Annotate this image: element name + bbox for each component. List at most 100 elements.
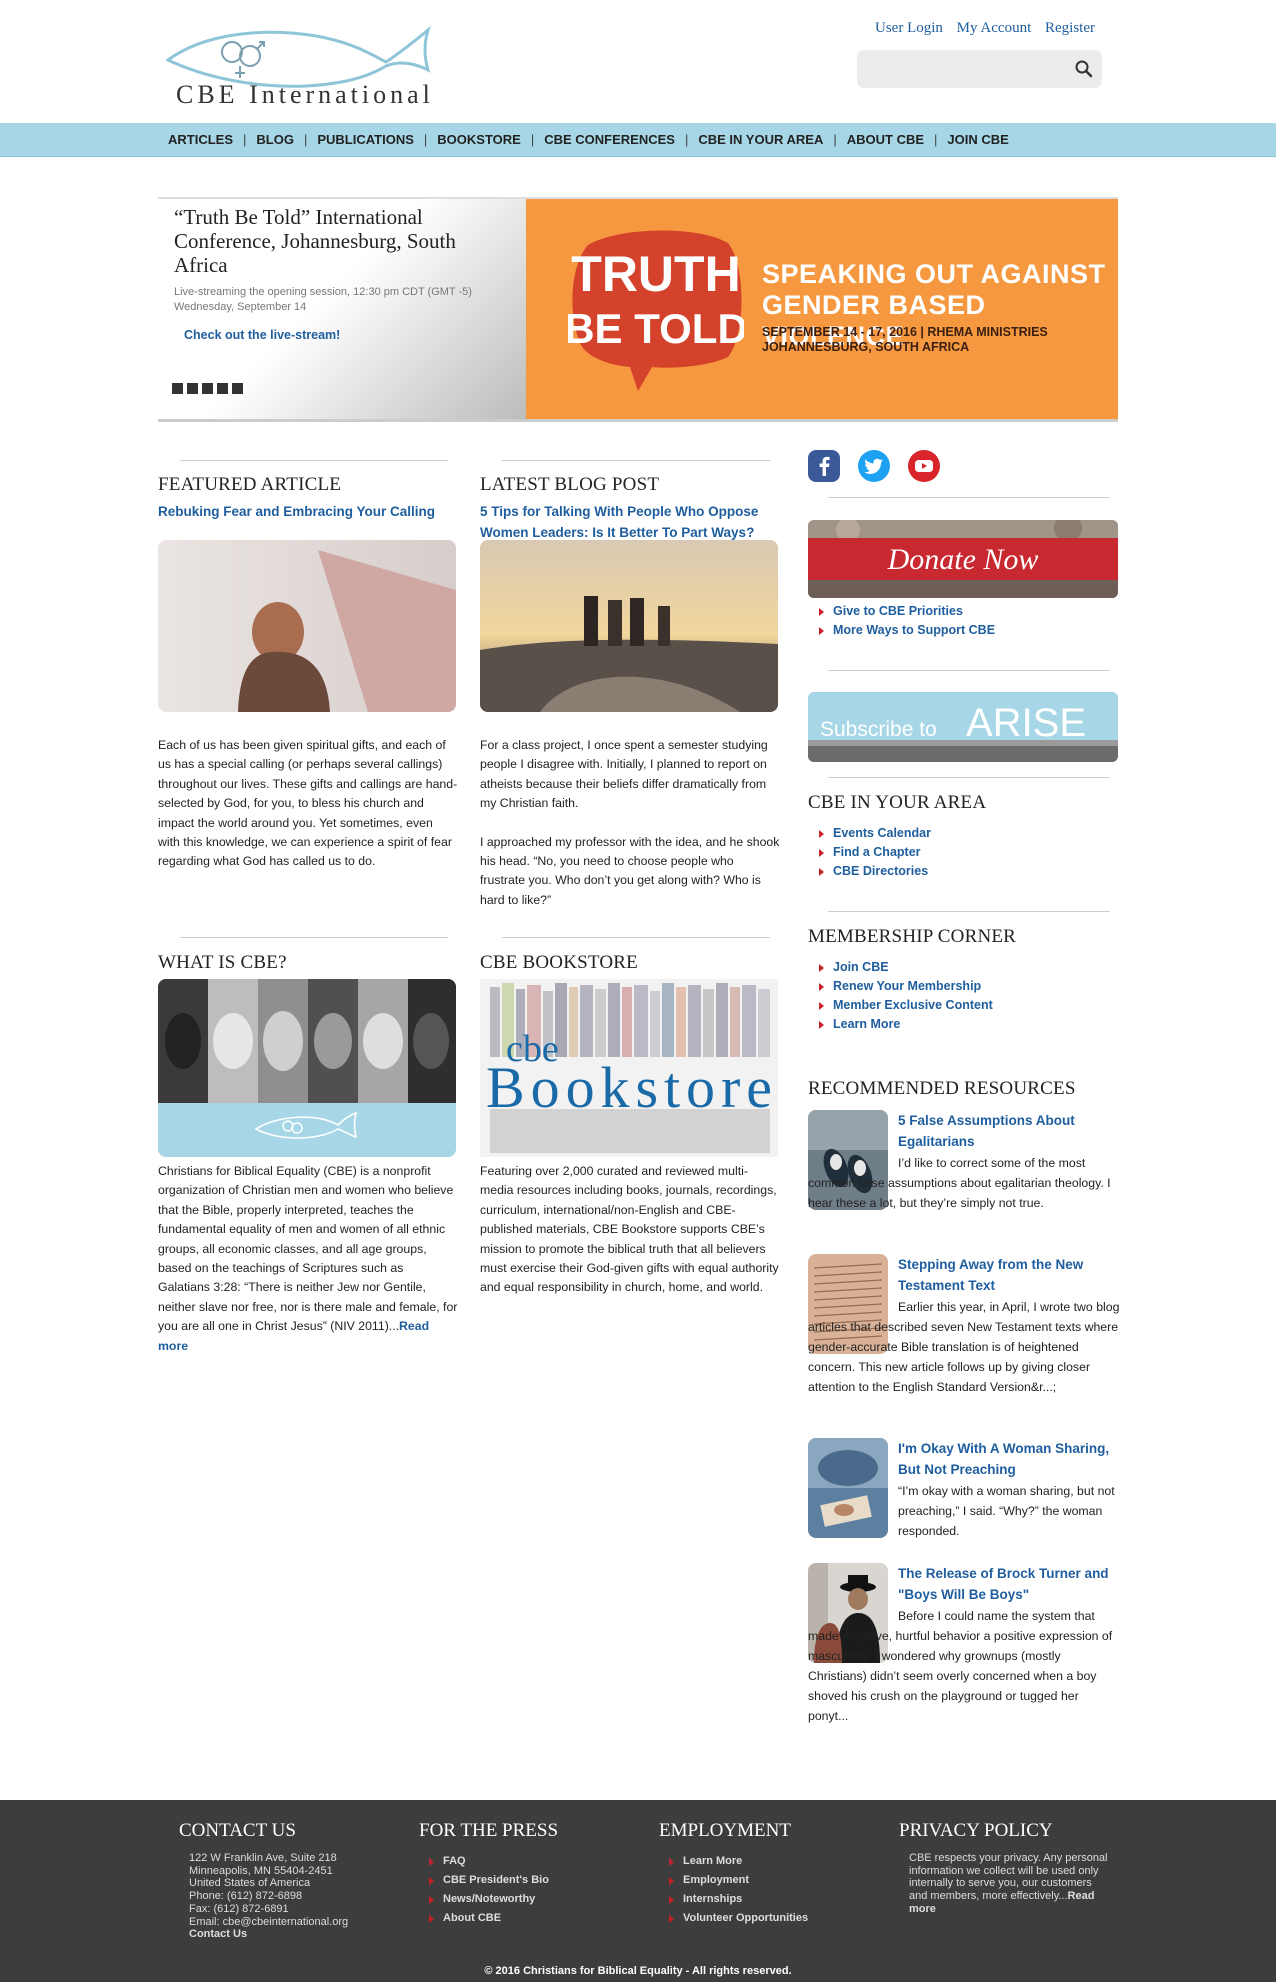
address-line: 122 W Franklin Ave, Suite 218	[189, 1852, 337, 1864]
register-link[interactable]: Register	[1045, 20, 1095, 36]
footer-contact: CONTACT US 122 W Franklin Ave, Suite 218…	[179, 1820, 379, 1941]
address-line: United States of America	[189, 1877, 311, 1890]
resource-link[interactable]: The Release of Brock Turner and "Boys Wi…	[898, 1563, 1120, 1605]
slider-dot[interactable]	[217, 383, 228, 394]
banner-logo-line1: TRUTH	[571, 246, 740, 302]
donate-now-banner[interactable]: Donate Now	[808, 520, 1118, 598]
featured-article-excerpt: Each of us has been given spiritual gift…	[158, 738, 458, 869]
nav-separator: |	[423, 132, 428, 147]
hero-sub-date: Wednesday, September 14	[174, 301, 307, 313]
bookstore-text: Featuring over 2,000 curated and reviewe…	[480, 1164, 779, 1295]
bookstore-image[interactable]: cbe Bookstore	[480, 979, 778, 1157]
blog-post-link[interactable]: 5 Tips for Talking With People Who Oppos…	[480, 501, 780, 543]
press-links: FAQ CBE President's Bio News/Noteworthy …	[419, 1852, 619, 1928]
banner-details: SEPTEMBER 14 - 17, 2016 | RHEMA MINISTRI…	[762, 325, 1048, 355]
nav-separator: |	[833, 132, 837, 147]
hero-divider	[158, 419, 1118, 422]
nav-join-cbe[interactable]: JOIN CBE	[947, 132, 1008, 147]
footer-press-heading: FOR THE PRESS	[419, 1820, 559, 1841]
list-item: More Ways to Support CBE	[819, 621, 995, 640]
nav-publications[interactable]: PUBLICATIONS	[317, 132, 414, 147]
more-ways-to-support-link[interactable]: More Ways to Support CBE	[833, 623, 995, 637]
membership-corner-heading: MEMBERSHIP CORNER	[808, 926, 1017, 947]
resource-excerpt: Before I could name the system that made…	[808, 1609, 1113, 1723]
resource-link[interactable]: I'm Okay With A Woman Sharing, But Not P…	[898, 1438, 1120, 1480]
resource-link[interactable]: Stepping Away from the New Testament Tex…	[898, 1254, 1120, 1296]
resource-thumbnail[interactable]	[808, 1438, 888, 1538]
resource-excerpt: “I’m okay with a woman sharing, but not …	[898, 1484, 1115, 1538]
user-login-link[interactable]: User Login	[875, 20, 943, 36]
search-input[interactable]	[857, 50, 1102, 88]
email-link[interactable]: Email: cbe@cbeinternational.org	[189, 1916, 379, 1929]
featured-article-image[interactable]	[158, 540, 456, 712]
member-exclusive-content-link[interactable]: Member Exclusive Content	[833, 998, 993, 1012]
footer-link-employment[interactable]: Employment	[669, 1871, 859, 1890]
my-account-link[interactable]: My Account	[957, 20, 1032, 36]
truth-be-told-logo: TRUTH BE TOLD	[568, 230, 744, 391]
slider-dot[interactable]	[172, 383, 183, 394]
nav-separator: |	[934, 132, 938, 147]
nav-articles[interactable]: ARTICLES	[168, 132, 233, 147]
footer-link-news[interactable]: News/Noteworthy	[429, 1890, 619, 1909]
recommended-resources-heading: RECOMMENDED RESOURCES	[808, 1078, 1076, 1099]
events-calendar-link[interactable]: Events Calendar	[833, 826, 931, 840]
nav-cbe-in-your-area[interactable]: CBE IN YOUR AREA	[698, 132, 823, 147]
logo-text[interactable]: CBE International	[176, 80, 434, 110]
footer-link-faq[interactable]: FAQ	[429, 1852, 619, 1871]
nav-about-cbe[interactable]: ABOUT CBE	[847, 132, 924, 147]
join-cbe-link[interactable]: Join CBE	[833, 960, 889, 974]
footer-contact-heading: CONTACT US	[179, 1820, 296, 1841]
featured-article-link[interactable]: Rebuking Fear and Embracing Your Calling	[158, 501, 458, 522]
divider	[180, 460, 448, 461]
conference-banner[interactable]: TRUTH BE TOLD SPEAKING OUT AGAINST GENDE…	[526, 199, 1118, 419]
nav-blog[interactable]: BLOG	[256, 132, 294, 147]
footer-link-volunteer[interactable]: Volunteer Opportunities	[669, 1909, 859, 1928]
nav-bookstore[interactable]: BOOKSTORE	[437, 132, 521, 147]
slider-dot[interactable]	[187, 383, 198, 394]
renew-membership-link[interactable]: Renew Your Membership	[833, 979, 981, 993]
learn-more-link[interactable]: Learn More	[833, 1017, 900, 1031]
resource-link[interactable]: 5 False Assumptions About Egalitarians	[898, 1110, 1120, 1152]
footer-link-learn-more[interactable]: Learn More	[669, 1852, 859, 1871]
arise-label: ARISE	[966, 701, 1086, 745]
footer-link-internships[interactable]: Internships	[669, 1890, 859, 1909]
resource-item: 5 False Assumptions About Egalitarians I…	[808, 1110, 1118, 1240]
banner-headline-1: SPEAKING OUT AGAINST	[762, 259, 1106, 289]
slider-pager	[172, 383, 243, 394]
live-stream-link[interactable]: Check out the live-stream!	[184, 328, 340, 342]
cbe-directories-link[interactable]: CBE Directories	[833, 864, 928, 878]
footer-privacy-heading: PRIVACY POLICY	[899, 1820, 1053, 1841]
blog-post-paragraph: I approached my professor with the idea,…	[480, 834, 780, 907]
search-icon[interactable]	[1074, 59, 1094, 79]
divider	[502, 460, 770, 461]
hero-title: “Truth Be Told” International Conference…	[174, 205, 456, 277]
hero-sub-line: Live-streaming the opening session, 12:3…	[174, 286, 472, 298]
blog-post-image[interactable]	[480, 540, 778, 712]
cbe-in-your-area-heading: CBE IN YOUR AREA	[808, 792, 987, 813]
youtube-icon[interactable]	[908, 450, 940, 482]
slider-dot[interactable]	[202, 383, 213, 394]
give-to-cbe-priorities-link[interactable]: Give to CBE Priorities	[833, 604, 963, 618]
what-is-cbe-heading: WHAT IS CBE?	[158, 952, 287, 973]
find-a-chapter-link[interactable]: Find a Chapter	[833, 845, 921, 859]
footer-contact-details: 122 W Franklin Ave, Suite 218 Minneapoli…	[179, 1852, 379, 1941]
blog-heading: LATEST BLOG POST	[480, 474, 660, 495]
list-item: Find a Chapter	[819, 843, 931, 862]
slider-dot[interactable]	[232, 383, 243, 394]
featured-heading: FEATURED ARTICLE	[158, 474, 342, 495]
nav-separator: |	[530, 132, 535, 147]
footer-link-about[interactable]: About CBE	[429, 1909, 619, 1928]
list-item: Member Exclusive Content	[819, 996, 993, 1015]
subscribe-arise-banner[interactable]: Subscribe to ARISE	[808, 692, 1118, 762]
blog-post-excerpt: For a class project, I once spent a seme…	[480, 736, 780, 910]
footer-press: FOR THE PRESS FAQ CBE President's Bio Ne…	[419, 1820, 619, 1928]
twitter-icon[interactable]	[858, 450, 890, 482]
contact-us-link[interactable]: Contact Us	[189, 1928, 379, 1941]
what-is-cbe-image[interactable]	[158, 979, 456, 1157]
nav-cbe-conferences[interactable]: CBE CONFERENCES	[544, 132, 675, 147]
footer-link-president-bio[interactable]: CBE President's Bio	[429, 1871, 619, 1890]
list-item: Join CBE	[819, 958, 993, 977]
resource-item: The Release of Brock Turner and "Boys Wi…	[808, 1563, 1118, 1733]
facebook-icon[interactable]	[808, 450, 840, 482]
divider	[180, 937, 448, 938]
